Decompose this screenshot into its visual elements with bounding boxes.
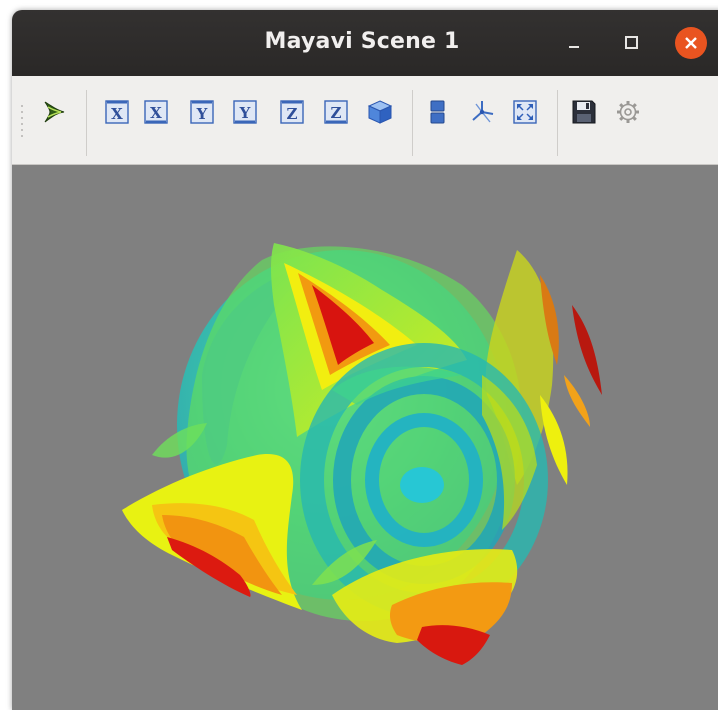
toolbar-separator	[557, 90, 558, 156]
title-bar[interactable]: Mayavi Scene 1	[12, 10, 718, 76]
toolbar-separator	[412, 90, 413, 156]
parallel-projection-icon[interactable]	[424, 98, 452, 126]
mayavi-pipeline-icon[interactable]	[40, 98, 68, 126]
fullscreen-icon[interactable]	[511, 98, 539, 126]
maximize-button[interactable]	[615, 27, 647, 59]
axis-label-z: Z	[287, 105, 298, 123]
view-x-plus-icon[interactable]: X	[103, 98, 131, 126]
core-blob	[400, 467, 444, 503]
axis-label-y: Y	[239, 104, 251, 122]
axis-label-z: Z	[331, 104, 342, 122]
view-y-minus-icon[interactable]: Y	[231, 98, 259, 126]
axis-label-x: X	[150, 104, 162, 122]
close-button[interactable]	[675, 27, 707, 59]
save-icon[interactable]	[570, 98, 598, 126]
close-icon	[685, 37, 697, 49]
isometric-view-icon[interactable]	[366, 98, 394, 126]
view-x-minus-icon[interactable]: X	[142, 98, 170, 126]
toolbar-grip-icon[interactable]	[20, 102, 26, 142]
mayavi-window: Mayavi Scene 1 X X Y Y Z Z	[12, 10, 718, 710]
axis-label-x: X	[111, 105, 123, 123]
settings-gear-icon[interactable]	[614, 98, 642, 126]
axes-indicator-icon[interactable]	[468, 98, 496, 126]
view-z-minus-icon[interactable]: Z	[322, 98, 350, 126]
toolbar-separator	[86, 90, 87, 156]
view-y-plus-icon[interactable]: Y	[188, 98, 216, 126]
axis-label-y: Y	[196, 105, 208, 123]
3d-scene-viewport[interactable]	[12, 165, 718, 710]
window-title: Mayavi Scene 1	[264, 29, 460, 54]
minimize-icon	[569, 46, 579, 48]
isosurface-render	[122, 243, 602, 665]
view-z-plus-icon[interactable]: Z	[278, 98, 306, 126]
toolbar: X X Y Y Z Z	[12, 76, 718, 165]
maximize-icon	[625, 36, 638, 49]
minimize-button[interactable]	[558, 27, 590, 59]
